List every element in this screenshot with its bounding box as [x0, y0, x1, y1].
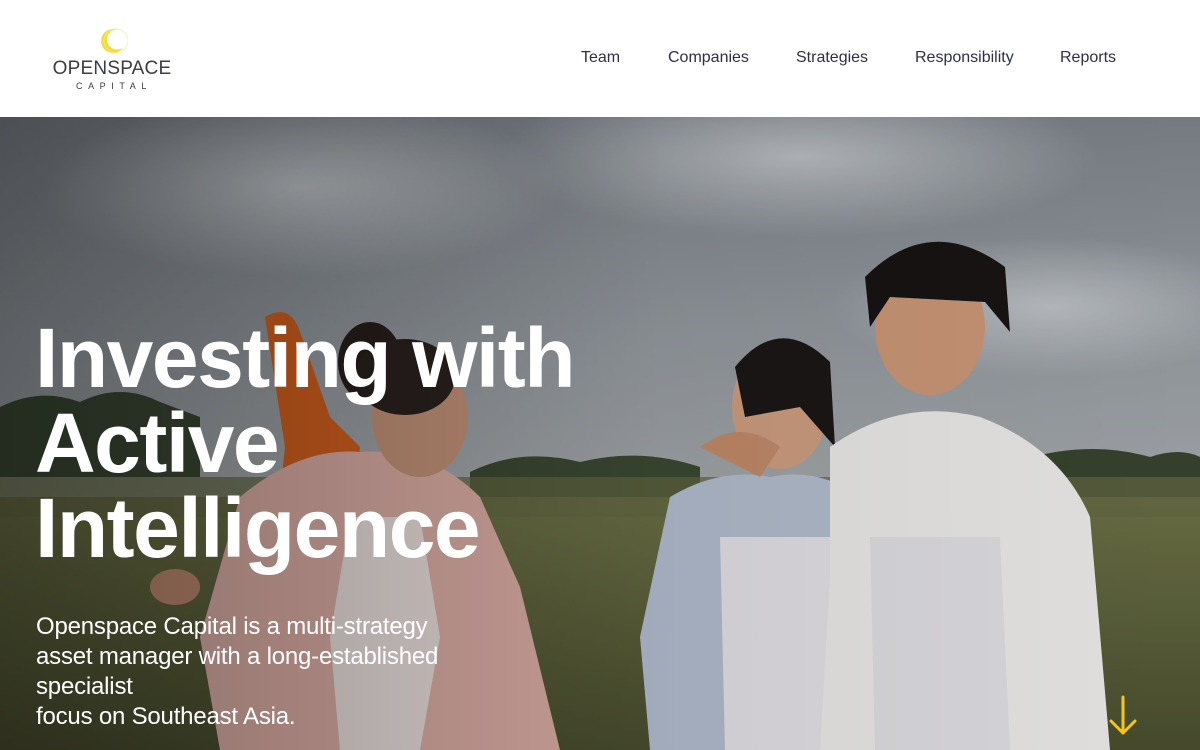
nav-item-reports[interactable]: Reports: [1060, 47, 1116, 69]
hero-subtitle-line: focus on Southeast Asia.: [36, 703, 296, 730]
hero-subtitle-line: asset manager with a long-established: [36, 643, 439, 670]
main-nav: Team Companies Strategies Responsibility…: [0, 47, 1200, 69]
hero-subtitle: Openspace Capital is a multi-strategy as…: [36, 612, 476, 732]
hero-title-line: Intelligence: [35, 481, 481, 575]
hero-section: Investing with Active Intelligence Opens…: [0, 117, 1200, 750]
nav-item-team[interactable]: Team: [581, 47, 620, 69]
hero-title: Investing with Active Intelligence: [35, 316, 735, 571]
hero-title-line: Active: [35, 396, 280, 490]
nav-item-responsibility[interactable]: Responsibility: [915, 47, 1014, 69]
hero-subtitle-line: specialist: [36, 673, 133, 700]
hero-subtitle-line: Openspace Capital is a multi-strategy: [36, 613, 428, 640]
hero-title-line: Investing with: [35, 311, 576, 405]
brand-subname: CAPITAL: [75, 81, 153, 91]
scroll-down-button[interactable]: [1106, 695, 1140, 737]
nav-item-companies[interactable]: Companies: [668, 47, 749, 69]
site-header: OPENSPACE CAPITAL Team Companies Strateg…: [0, 0, 1200, 117]
nav-item-strategies[interactable]: Strategies: [796, 47, 868, 69]
arrow-down-icon: [1109, 695, 1137, 735]
